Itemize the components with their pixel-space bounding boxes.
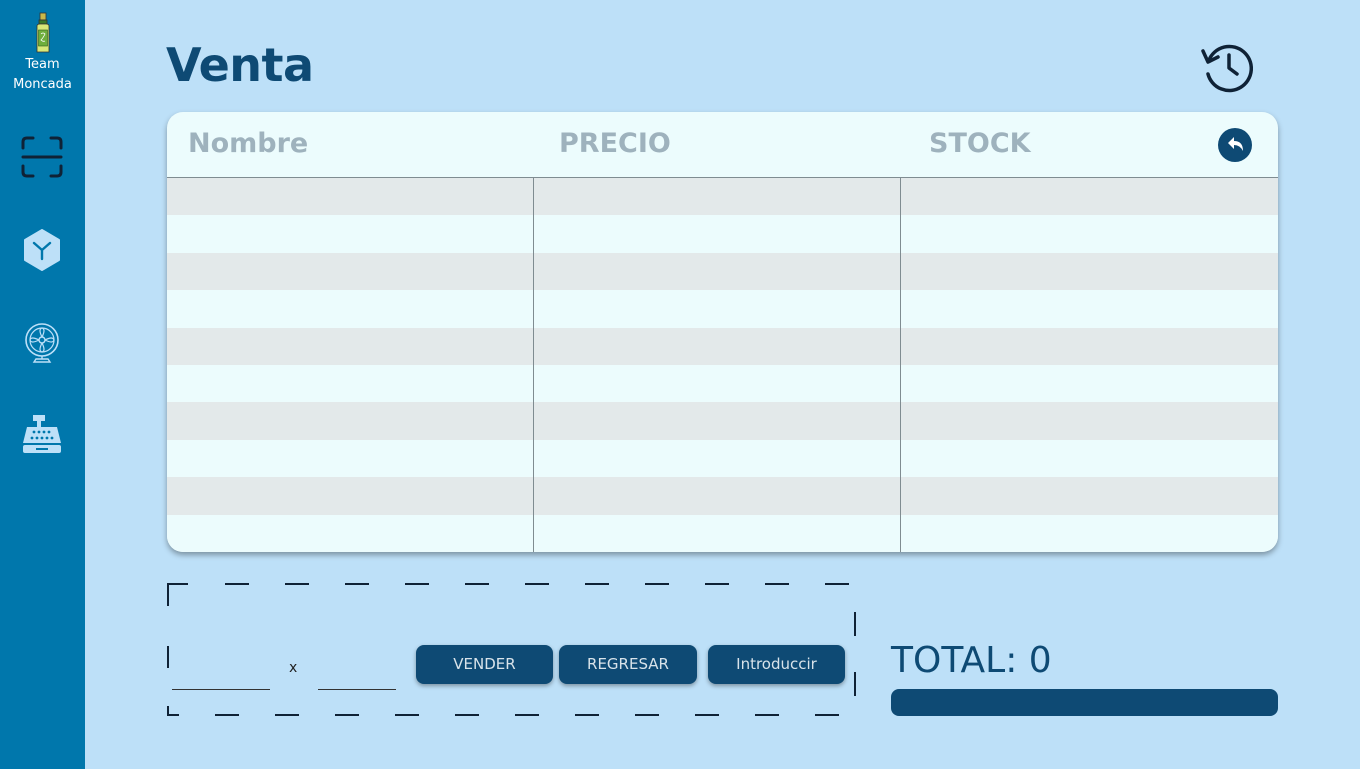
package-icon [24, 229, 60, 271]
column-divider [900, 178, 901, 552]
bottle-logo-icon [36, 12, 49, 53]
total-label: TOTAL: 0 [891, 640, 1052, 681]
table-row[interactable] [167, 402, 1278, 440]
column-header-stock[interactable]: STOCK [929, 128, 1031, 159]
fan-icon [25, 323, 59, 363]
history-button[interactable] [1200, 40, 1256, 94]
brand-name-line2: Moncada [13, 77, 72, 92]
table-row[interactable] [167, 252, 1278, 291]
total-bar [891, 689, 1278, 716]
undo-icon [1228, 137, 1243, 151]
table-row[interactable] [167, 215, 1278, 253]
table-header: Nombre PRECIO STOCK [167, 112, 1278, 178]
history-icon [1201, 44, 1253, 93]
amount-field[interactable] [318, 650, 396, 690]
quantity-field[interactable] [172, 650, 270, 690]
sidebar-item-fan[interactable] [21, 321, 63, 363]
brand-name-line1: Team [25, 57, 60, 72]
table-row[interactable] [167, 439, 1278, 478]
table-row[interactable] [167, 477, 1278, 515]
page-title: Venta [166, 38, 314, 92]
cash-register-icon [23, 415, 61, 453]
table-row[interactable] [167, 178, 1278, 216]
sidebar: Team Moncada [0, 0, 85, 769]
times-sign: x [289, 660, 298, 676]
sidebar-item-products[interactable] [21, 229, 63, 271]
column-divider [533, 178, 534, 552]
column-header-precio[interactable]: PRECIO [559, 128, 671, 159]
table-row[interactable] [167, 327, 1278, 365]
return-button[interactable]: REGRESAR [559, 645, 697, 684]
table-row[interactable] [167, 514, 1278, 552]
enter-button[interactable]: Introduccir [708, 645, 845, 684]
scan-icon [21, 136, 63, 178]
sidebar-item-register[interactable] [21, 413, 63, 455]
table-body [167, 178, 1278, 552]
table-row[interactable] [167, 290, 1278, 328]
table-row[interactable] [167, 364, 1278, 403]
sidebar-item-scan[interactable] [21, 136, 63, 178]
brand[interactable]: Team Moncada [0, 12, 85, 95]
products-table: Nombre PRECIO STOCK [167, 112, 1278, 552]
undo-button[interactable] [1218, 128, 1252, 162]
sell-button[interactable]: VENDER [416, 645, 553, 684]
column-header-nombre[interactable]: Nombre [188, 128, 308, 159]
